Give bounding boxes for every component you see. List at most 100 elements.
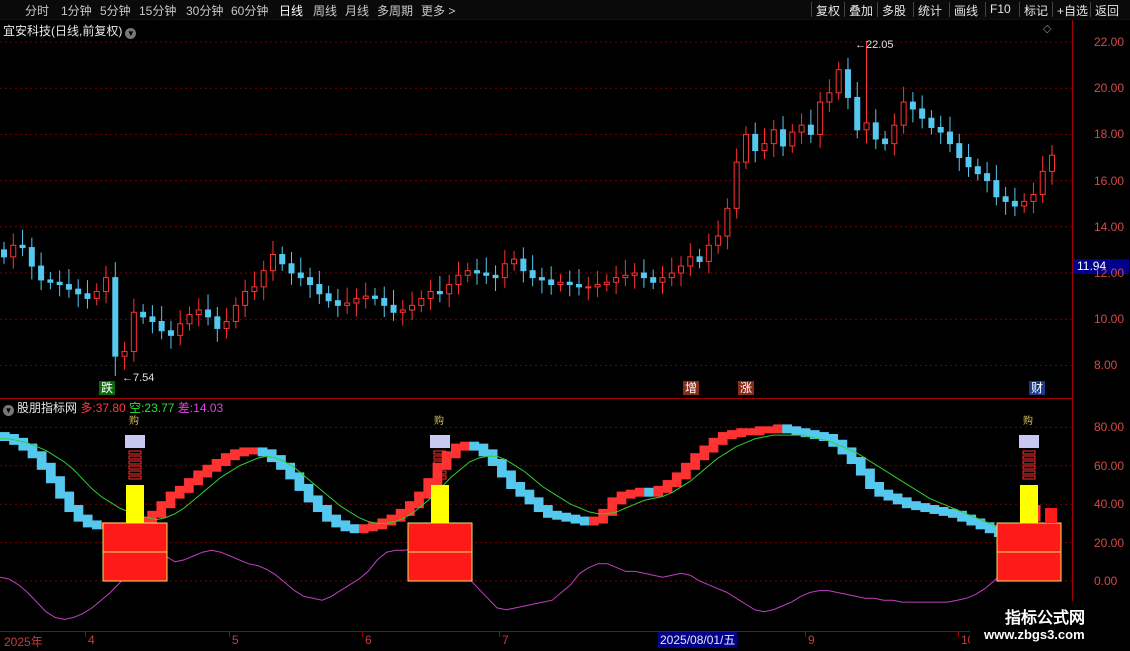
price-axis-label: 14.00 — [1094, 219, 1125, 234]
candle-body — [214, 316, 221, 329]
candle-body — [687, 256, 694, 267]
price-axis-label: 12.00 — [1094, 266, 1125, 280]
month-label: 7 — [502, 633, 509, 647]
duo-block — [202, 464, 213, 478]
candle-body — [882, 138, 889, 145]
candle-body — [112, 277, 119, 357]
duo-block — [855, 457, 866, 476]
indicator-name: 股朋指标网 — [17, 401, 78, 415]
candle-body — [650, 277, 657, 283]
candle-body — [640, 272, 647, 279]
candle-body — [538, 277, 545, 281]
toolbar-button[interactable]: 标记 — [1024, 2, 1048, 19]
candle-body — [19, 244, 26, 249]
buy-mark: 购 — [129, 416, 139, 427]
candle-body — [622, 274, 629, 279]
watermark-url: www.zbgs3.com — [984, 627, 1085, 642]
duo-block — [865, 468, 875, 489]
duo-block — [340, 520, 351, 532]
duo-block — [653, 485, 664, 497]
duo-block — [18, 437, 29, 451]
period-tab[interactable]: 周线 — [313, 2, 337, 19]
toolbar-button[interactable]: F10 — [990, 2, 1011, 16]
candle-body — [260, 270, 267, 288]
candle-body — [576, 284, 583, 288]
period-tab[interactable]: 15分钟 — [139, 2, 176, 19]
period-tab[interactable]: 日线 — [279, 2, 303, 19]
duo-block — [303, 483, 314, 503]
duo-block — [754, 426, 765, 436]
duo-block — [450, 443, 461, 459]
candle-body — [900, 101, 907, 126]
duo-block — [496, 458, 507, 478]
duo-block — [414, 491, 424, 509]
period-tab[interactable]: 1分钟 — [61, 2, 92, 19]
candle-body — [631, 272, 638, 276]
price-axis-label: 22.00 — [1094, 35, 1125, 49]
candle-body — [761, 143, 768, 152]
duo-block — [266, 449, 277, 463]
duo-block — [901, 497, 912, 509]
duo-block — [745, 428, 756, 436]
candle-body — [733, 161, 740, 209]
duo-block — [616, 491, 627, 505]
duo-block — [681, 462, 691, 480]
indicator-axis-label: 80.00 — [1094, 420, 1125, 435]
candle-body — [835, 69, 842, 94]
duo-block — [312, 495, 323, 513]
candle-body — [167, 330, 174, 336]
buy-signal-ladder — [1022, 450, 1036, 455]
duo-block — [727, 430, 737, 440]
toolbar-divider — [877, 2, 878, 17]
duo-block — [598, 508, 608, 524]
period-tab[interactable]: 更多 > — [421, 2, 455, 19]
candle-body — [483, 272, 490, 276]
candle-body — [390, 304, 397, 313]
duo-block — [193, 470, 203, 486]
candle-body — [269, 254, 276, 272]
toolbar-button[interactable]: 统计 — [918, 2, 942, 19]
period-tab[interactable]: 5分钟 — [100, 2, 131, 19]
duo-block — [239, 447, 249, 457]
period-tab[interactable]: 分时 — [25, 2, 49, 19]
toolbar-button[interactable]: +自选 — [1057, 2, 1088, 19]
period-tab[interactable]: 月线 — [345, 2, 369, 19]
toolbar-button[interactable]: 画线 — [954, 2, 978, 19]
candle-body — [798, 124, 805, 133]
duo-block — [561, 512, 572, 522]
month-tick — [85, 632, 86, 637]
toolbar-divider — [1090, 2, 1091, 17]
candle-body — [436, 290, 443, 295]
candle-body — [242, 290, 249, 306]
candle-body — [817, 101, 824, 135]
candle-body — [1021, 200, 1028, 207]
candle-body — [65, 284, 72, 290]
duo-block — [929, 505, 940, 514]
duo-block — [386, 514, 397, 526]
toolbar-button[interactable]: 返回 — [1095, 2, 1119, 19]
period-tab[interactable]: 多周期 — [377, 2, 413, 19]
period-tab[interactable]: 60分钟 — [231, 2, 268, 19]
candle-body — [10, 244, 17, 258]
period-tab[interactable]: 30分钟 — [186, 2, 223, 19]
high-price-label: ←22.05 — [855, 39, 894, 51]
buy-mark: 购 — [1023, 416, 1033, 427]
buy-signal-cap — [125, 435, 145, 448]
candle-body — [223, 321, 230, 329]
candle-body — [353, 297, 360, 304]
month-tick — [958, 632, 959, 637]
toolbar-divider — [811, 2, 812, 17]
duo-block — [644, 487, 654, 497]
price-axis-label: 8.00 — [1094, 358, 1118, 373]
toolbar-divider — [913, 2, 914, 17]
toolbar-button[interactable]: 复权 — [816, 2, 840, 19]
chevron-down-icon[interactable]: ▼ — [3, 405, 14, 416]
candle-body — [121, 351, 128, 357]
duo-block — [82, 514, 93, 528]
candle-body — [446, 284, 453, 295]
duo-block — [533, 497, 544, 513]
period-toolbar: 分时 1分钟 5分钟 15分钟 30分钟 60分钟 日线 周线 月线 多周期 更多 > 复权 叠加 多股统… — [0, 0, 1130, 20]
toolbar-button[interactable]: 叠加 — [849, 2, 873, 19]
toolbar-button[interactable]: 多股 — [882, 2, 906, 19]
candle-body — [93, 290, 100, 299]
